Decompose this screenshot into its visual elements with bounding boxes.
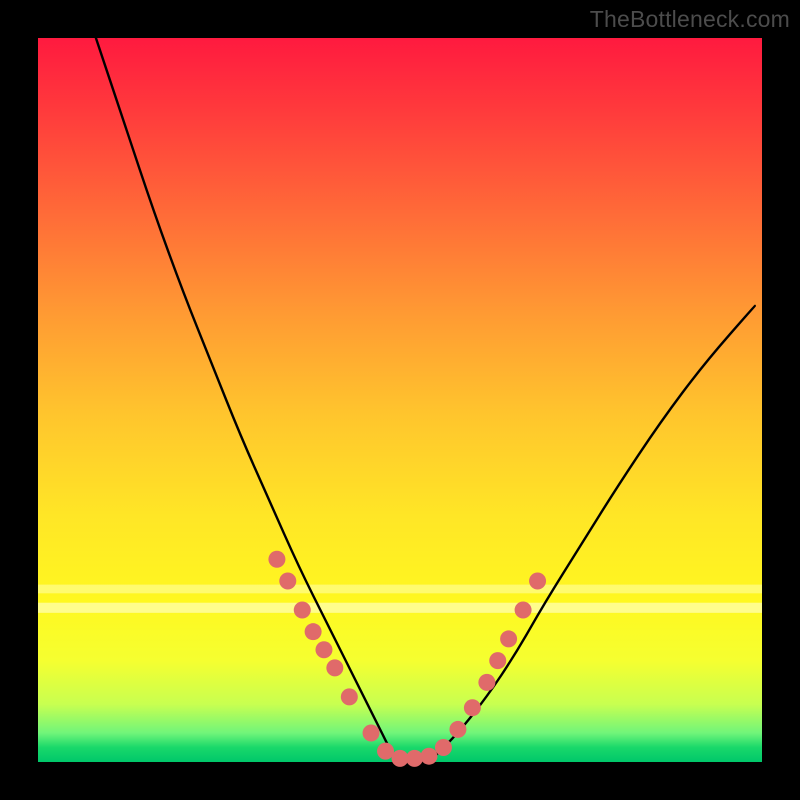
marker-dot <box>489 652 506 669</box>
marker-dot <box>420 748 437 765</box>
marker-dot <box>529 573 546 590</box>
marker-dot <box>363 725 380 742</box>
marker-dot <box>500 630 517 647</box>
marker-dot <box>515 601 532 618</box>
marker-dot <box>294 601 311 618</box>
marker-dot <box>305 623 322 640</box>
marker-dot <box>392 750 409 767</box>
marker-dot <box>268 551 285 568</box>
attribution-text: TheBottleneck.com <box>590 6 790 33</box>
bottleneck-curve <box>96 38 755 762</box>
marker-dot <box>435 739 452 756</box>
highlight-bands <box>38 585 762 613</box>
marker-dot <box>464 699 481 716</box>
plot-area <box>38 38 762 762</box>
marker-dot <box>478 674 495 691</box>
marker-dot <box>279 573 296 590</box>
chart-frame: TheBottleneck.com <box>0 0 800 800</box>
curve-svg <box>38 38 762 762</box>
marker-dots <box>268 551 546 767</box>
marker-dot <box>315 641 332 658</box>
marker-dot <box>341 688 358 705</box>
marker-dot <box>449 721 466 738</box>
marker-dot <box>326 659 343 676</box>
marker-dot <box>377 743 394 760</box>
marker-dot <box>406 750 423 767</box>
